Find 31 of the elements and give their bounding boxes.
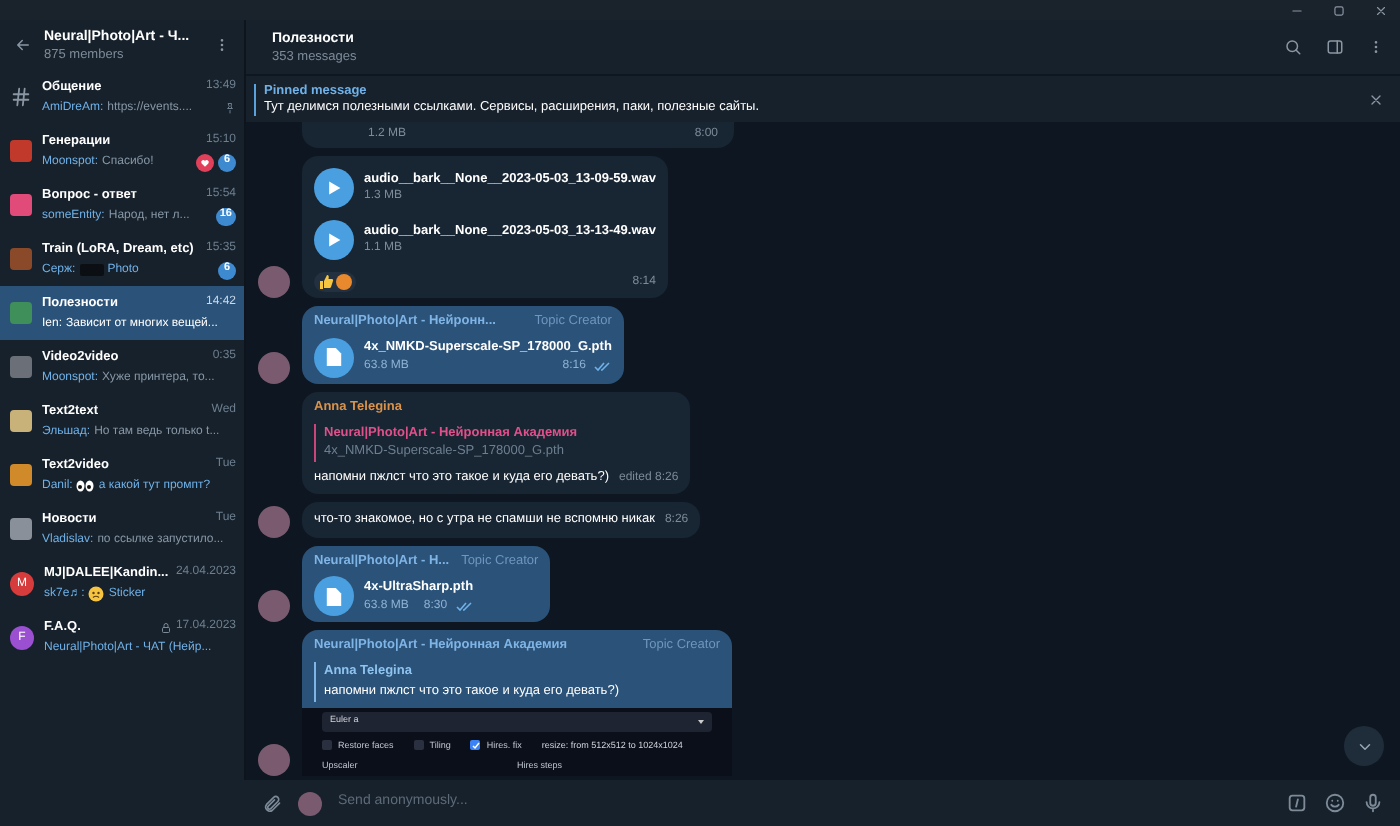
thumbs-up-icon <box>318 274 334 290</box>
play-icon <box>326 232 342 248</box>
sidebar-toggle-icon[interactable] <box>1326 38 1344 56</box>
emoji-face-icon <box>88 586 105 602</box>
microphone-icon[interactable] <box>1362 792 1384 814</box>
search-icon[interactable] <box>1284 38 1302 56</box>
close-icon[interactable] <box>1368 91 1384 107</box>
user-avatar[interactable] <box>258 266 290 298</box>
reaction-pill[interactable] <box>314 272 356 292</box>
close-icon[interactable] <box>1374 3 1388 17</box>
play-icon <box>326 180 342 196</box>
user-avatar[interactable] <box>258 744 290 776</box>
back-arrow-icon[interactable] <box>14 36 32 54</box>
caret-icon <box>698 719 704 723</box>
user-avatar[interactable] <box>258 351 290 384</box>
user-avatar[interactable] <box>258 505 290 537</box>
play-button[interactable] <box>314 220 354 260</box>
document-icon <box>326 587 342 606</box>
user-avatar <box>336 274 352 290</box>
hash-icon <box>10 86 32 108</box>
smile-icon[interactable] <box>1324 792 1346 814</box>
maximize-icon[interactable] <box>1332 3 1346 17</box>
user-avatar[interactable] <box>298 791 322 815</box>
user-avatar[interactable] <box>258 590 290 623</box>
file-button[interactable] <box>314 337 354 378</box>
eyes-icon <box>76 480 95 492</box>
bot-command-icon[interactable] <box>1286 792 1308 814</box>
paperclip-icon[interactable] <box>262 793 282 813</box>
file-button[interactable] <box>314 576 354 617</box>
play-button[interactable] <box>314 168 354 208</box>
document-icon <box>326 348 342 367</box>
